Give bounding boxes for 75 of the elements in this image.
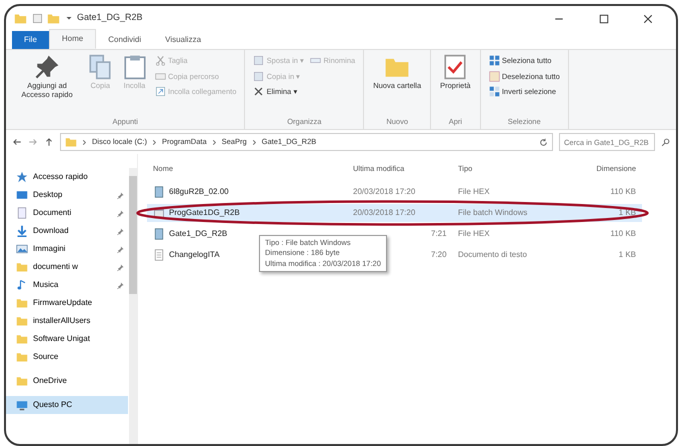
folder-icon: [16, 261, 28, 273]
file-type: Documento di testo: [457, 249, 528, 262]
properties-icon: [442, 54, 468, 80]
image-icon: [16, 243, 28, 255]
date-modified: 20/03/2018 17:20: [352, 207, 416, 220]
file-size: 110 KB: [609, 186, 637, 198]
desktop-icon: [16, 189, 28, 201]
invert-selection-icon: [488, 86, 500, 98]
music-note-icon: [16, 279, 28, 291]
sidebar-item[interactable]: Source: [6, 348, 128, 366]
sidebar-item[interactable]: installerAllUsers: [6, 312, 128, 330]
sidebar-item[interactable]: FirmwareUpdate: [6, 294, 128, 312]
clipboard-icon: [122, 54, 148, 80]
scrollbar[interactable]: [129, 168, 137, 444]
chevron-icon: [210, 138, 218, 146]
sidebar-item[interactable]: Immagini: [6, 240, 128, 258]
delete-icon: [253, 86, 264, 98]
sidebar-item[interactable]: Software Unigat: [6, 330, 128, 348]
download-icon: [16, 225, 28, 237]
file-type: File batch Windows: [457, 207, 528, 220]
file-name: Gate1_DG_R2B: [169, 228, 228, 240]
chevron-icon: [151, 138, 158, 146]
folder-icon: [16, 351, 28, 363]
ribbon-tab[interactable]: Home: [48, 29, 96, 49]
folder-icon: [16, 297, 28, 309]
file-icon: [153, 186, 165, 198]
folder-icon: [16, 375, 28, 387]
file-name: ChangelogITA: [169, 249, 220, 262]
up-arrow-icon: [44, 137, 54, 147]
folder-icon: [14, 12, 27, 24]
file-type: File HEX: [457, 186, 491, 198]
select-all-icon: [488, 55, 500, 66]
ribbon-tab[interactable]: Condividi: [96, 31, 154, 49]
file-name: ProgGate1DG_R2B: [169, 207, 240, 220]
window-title: Gate1_DG_R2B: [77, 11, 143, 24]
sidebar-item[interactable]: Musica: [6, 276, 128, 294]
folder-icon: [47, 12, 60, 24]
file-size: 1 KB: [618, 249, 637, 262]
scissors-icon: [154, 55, 166, 66]
folder-icon: [16, 333, 28, 345]
chevron-icon: [81, 138, 88, 146]
star-icon: [16, 171, 28, 183]
date-modified: 7:21: [430, 228, 448, 240]
date-modified: 7:20: [430, 249, 448, 262]
file-icon: [153, 228, 165, 240]
sidebar-item[interactable]: Download: [6, 222, 128, 240]
forward-arrow-icon: [28, 137, 38, 147]
copy-icon: [87, 54, 114, 80]
sidebar-item[interactable]: OneDrive: [6, 372, 128, 390]
sidebar-item[interactable]: Documenti: [6, 204, 128, 222]
computer-icon: [16, 399, 28, 411]
shortcut-icon: [154, 86, 166, 98]
document-icon: [16, 207, 28, 219]
folder-icon: [65, 136, 77, 148]
close-icon: [643, 14, 653, 24]
sidebar-item[interactable]: Accesso rapido: [6, 168, 128, 186]
maximize-icon: [598, 14, 608, 24]
chevron-icon: [250, 138, 258, 146]
sidebar-item[interactable]: documenti w: [6, 258, 128, 276]
back-arrow-icon: [12, 137, 22, 147]
search-icon: [661, 138, 670, 146]
file-row[interactable]: 6l8guR2B_02.00 20/03/2018 17:20 File HEX 110 KB: [147, 183, 642, 202]
sidebar-item[interactable]: Questo PC: [6, 396, 128, 414]
sidebar-item[interactable]: Desktop: [6, 186, 128, 204]
refresh-icon: [539, 138, 548, 146]
folder-icon: [16, 315, 28, 327]
pin-icon: [34, 54, 60, 80]
ribbon-tab[interactable]: Visualizza: [153, 31, 214, 49]
file-menu-button[interactable]: File: [12, 31, 49, 49]
date-modified: 20/03/2018 17:20: [352, 186, 416, 198]
text-file-icon: [153, 249, 165, 262]
file-name: 6l8guR2B_02.00: [169, 186, 229, 198]
caret-icon: [64, 14, 72, 22]
file-type: File HEX: [457, 228, 491, 240]
file-size: 110 KB: [609, 228, 637, 240]
